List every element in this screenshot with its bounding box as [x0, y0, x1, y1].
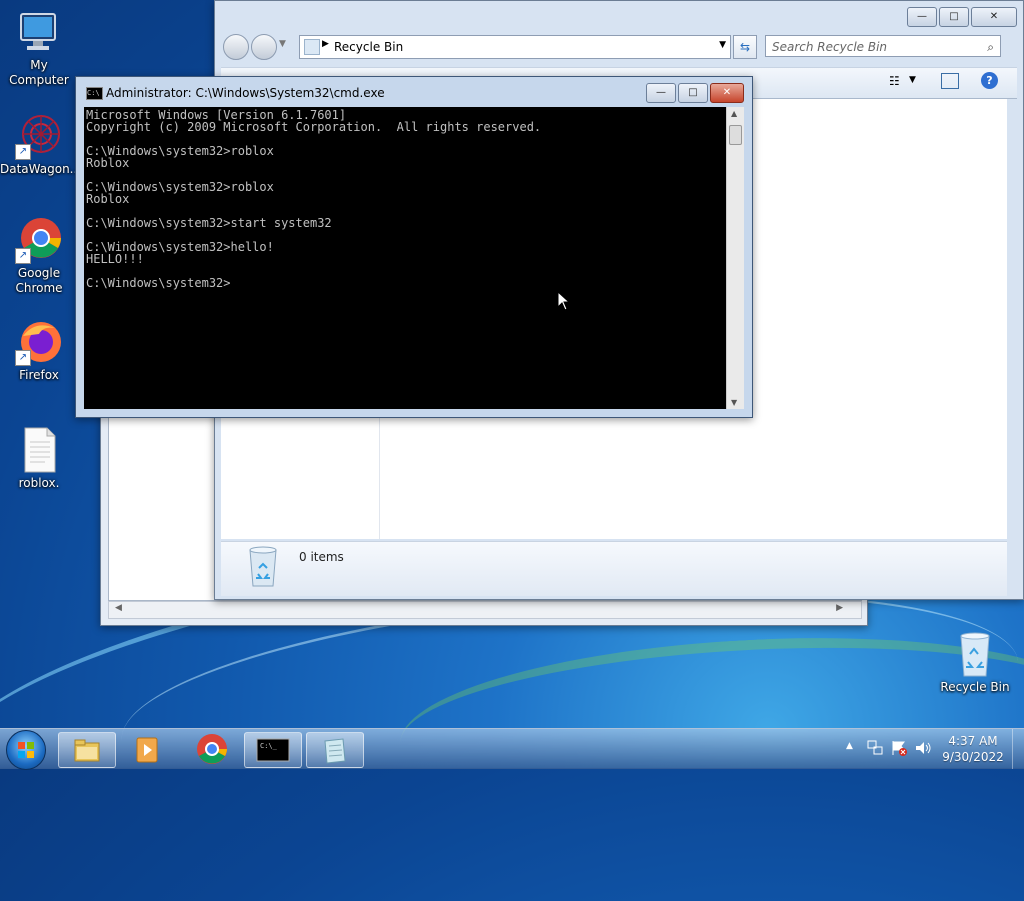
folder-icon	[74, 739, 100, 762]
refresh-icon[interactable]: ⇆	[733, 35, 757, 59]
scroll-down-icon[interactable]: ▼	[731, 398, 737, 407]
cmd-icon: C:\_	[256, 738, 290, 762]
change-view-icon[interactable]: ☷	[889, 74, 900, 88]
forward-button[interactable]	[251, 34, 277, 60]
desktop-icon-label: My Computer	[9, 58, 69, 87]
recent-pages-dropdown-icon[interactable]: ▼	[279, 39, 286, 49]
desktop-icon-recycle-bin[interactable]: Recycle Bin	[936, 630, 1014, 695]
minimize-button[interactable]: —	[646, 83, 676, 103]
action-center-flag-icon[interactable]	[890, 739, 908, 757]
scroll-thumb[interactable]	[729, 125, 742, 145]
recycle-bin-large-icon	[247, 546, 279, 588]
desktop-icon-datawagon[interactable]: ↗ DataWagon...	[0, 112, 82, 177]
recycle-bin-small-icon	[304, 39, 320, 55]
search-input[interactable]: Search Recycle Bin ⌕	[765, 35, 1001, 57]
shortcut-arrow-icon: ↗	[15, 350, 31, 366]
scroll-left-icon[interactable]: ◀	[115, 603, 122, 613]
show-desktop-button[interactable]	[1012, 729, 1024, 769]
taskbar: C:\_ ▲ 4:37 AM 9/30/2022	[0, 728, 1024, 770]
show-hidden-icons-button[interactable]: ▲	[846, 741, 853, 751]
close-button[interactable]: ✕	[971, 7, 1017, 27]
view-dropdown-icon[interactable]: ▼	[909, 75, 916, 85]
desktop-icon-label: roblox.	[18, 476, 60, 490]
breadcrumb-recycle-bin[interactable]: Recycle Bin	[334, 40, 403, 54]
chrome-icon	[197, 734, 227, 764]
cmd-title-bar[interactable]: C:\ Administrator: C:\Windows\System32\c…	[76, 77, 752, 107]
search-placeholder: Search Recycle Bin	[772, 40, 888, 54]
desktop-icon-label: Google Chrome	[15, 266, 63, 295]
network-icon[interactable]	[866, 739, 884, 757]
scroll-right-icon[interactable]: ▶	[836, 603, 843, 613]
text-file-icon	[15, 426, 63, 474]
desktop-icon-google-chrome[interactable]: ↗ Google Chrome	[0, 216, 78, 296]
desktop-icon-label: DataWagon...	[0, 162, 82, 176]
computer-icon	[15, 8, 63, 56]
taskbar-media-player[interactable]	[120, 732, 176, 766]
media-player-icon	[136, 737, 158, 763]
desktop-icon-label: Firefox	[19, 368, 59, 382]
back-button[interactable]	[223, 34, 249, 60]
start-button[interactable]	[6, 730, 46, 770]
scroll-up-icon[interactable]: ▲	[731, 109, 737, 118]
chrome-icon: ↗	[15, 216, 63, 264]
volume-icon[interactable]	[914, 739, 932, 757]
desktop-icon-firefox[interactable]: ↗ Firefox	[0, 318, 78, 383]
address-dropdown-icon[interactable]: ▼	[719, 40, 726, 50]
desktop-icon-label: Recycle Bin	[940, 680, 1010, 694]
taskbar-notepad[interactable]	[306, 732, 364, 768]
cmd-icon: C:\	[86, 87, 103, 100]
cmd-window[interactable]: C:\ Administrator: C:\Windows\System32\c…	[75, 76, 753, 418]
taskbar-explorer[interactable]	[58, 732, 116, 768]
console-output[interactable]: Microsoft Windows [Version 6.1.7601] Cop…	[84, 107, 726, 409]
cmd-title: Administrator: C:\Windows\System32\cmd.e…	[106, 86, 385, 100]
breadcrumb-chevron-icon[interactable]: ▶	[322, 39, 329, 49]
horizontal-scrollbar[interactable]: ◀ ▶	[108, 601, 862, 619]
desktop-icon-roblox-file[interactable]: roblox.	[0, 426, 78, 491]
clock-time[interactable]: 4:37 AM	[938, 734, 1008, 748]
taskbar-chrome[interactable]	[184, 732, 240, 766]
datawagon-icon: ↗	[15, 112, 63, 160]
windows-logo-icon	[18, 742, 34, 758]
mouse-cursor-icon	[557, 291, 571, 311]
details-pane: 0 items	[221, 541, 1007, 596]
recycle-bin-icon	[951, 630, 999, 678]
maximize-button[interactable]: □	[939, 7, 969, 27]
desktop-icon-my-computer[interactable]: My Computer	[0, 8, 78, 88]
minimize-button[interactable]: —	[907, 7, 937, 27]
close-button[interactable]: ✕	[710, 83, 744, 103]
address-bar[interactable]: ▶ Recycle Bin ▼	[299, 35, 731, 59]
shortcut-arrow-icon: ↗	[15, 144, 31, 160]
taskbar-cmd[interactable]: C:\_	[244, 732, 302, 768]
vertical-scrollbar[interactable]: ▲ ▼	[726, 107, 744, 409]
preview-pane-icon[interactable]	[941, 73, 959, 89]
notepad-icon	[324, 738, 346, 764]
maximize-button[interactable]: □	[678, 83, 708, 103]
svg-text:C:\_: C:\_	[260, 742, 278, 750]
search-icon[interactable]: ⌕	[987, 36, 994, 58]
clock-date[interactable]: 9/30/2022	[938, 750, 1008, 764]
firefox-icon: ↗	[15, 318, 63, 366]
shortcut-arrow-icon: ↗	[15, 248, 31, 264]
help-icon[interactable]: ?	[981, 72, 998, 89]
item-count: 0 items	[299, 550, 344, 564]
